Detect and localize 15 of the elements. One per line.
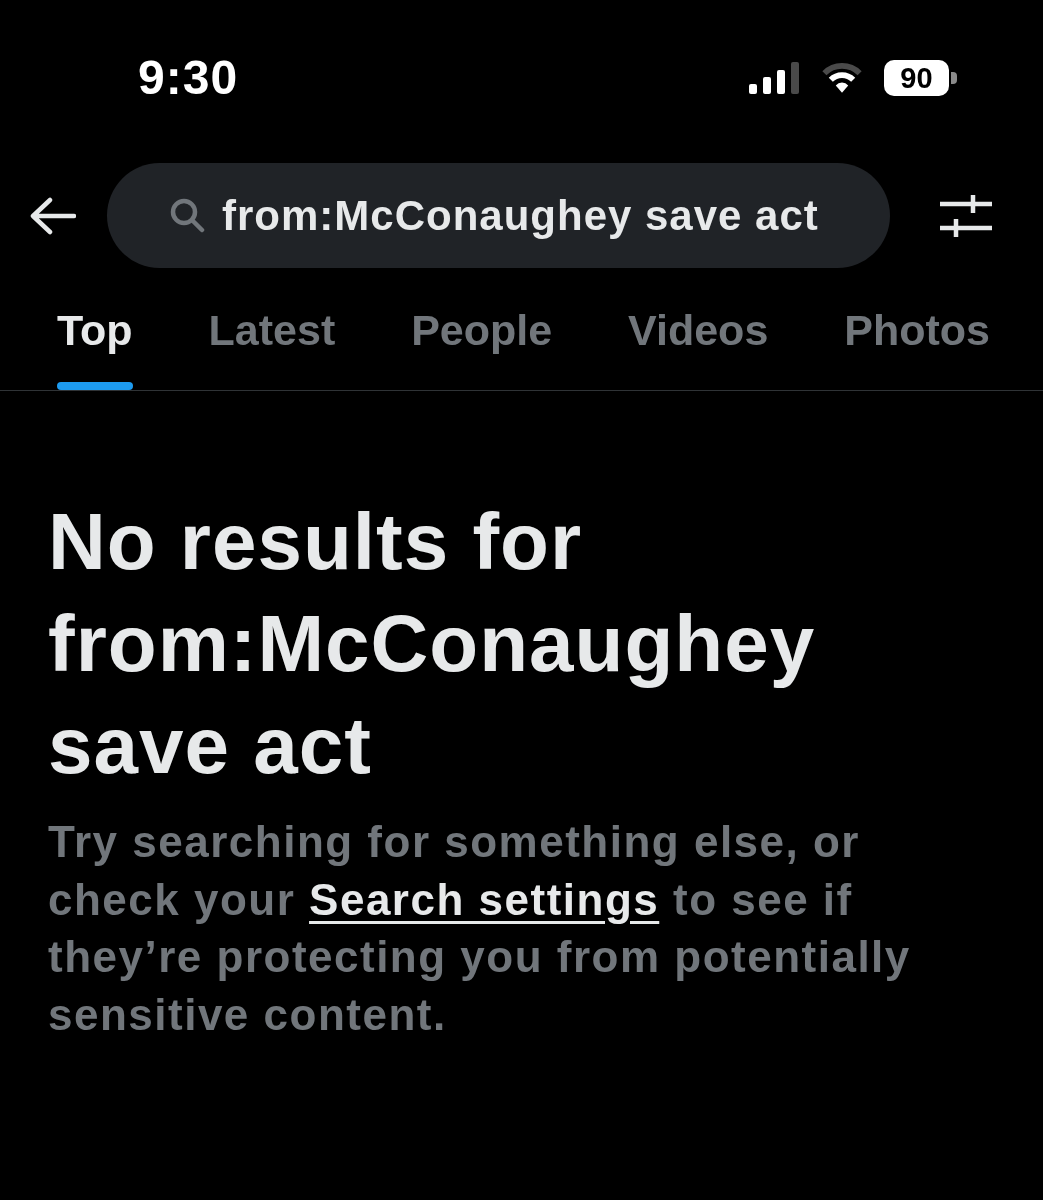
- wifi-icon: [820, 61, 864, 94]
- search-tab[interactable]: Videos: [616, 268, 781, 390]
- search-tab[interactable]: Latest: [196, 268, 348, 390]
- back-arrow-icon[interactable]: [30, 196, 76, 235]
- empty-state-message: Try searching for something else, or check your Search settings to see if they’re protecting you from potentially sensitive content.: [47, 816, 912, 1041]
- search-tab[interactable]: People: [399, 268, 565, 390]
- signal-icon: [749, 61, 800, 94]
- search-settings-link[interactable]: Search settings: [309, 874, 660, 924]
- search-tab[interactable]: Top: [45, 268, 145, 390]
- status-time: 9:30: [138, 50, 239, 105]
- search-field[interactable]: from:McConaughey save act: [107, 163, 890, 268]
- sliders-icon[interactable]: [940, 192, 992, 239]
- no-results-heading: No results for from:McConaughey save act: [47, 496, 817, 792]
- search-icon: [170, 198, 205, 233]
- search-tab[interactable]: Photos: [832, 268, 1002, 390]
